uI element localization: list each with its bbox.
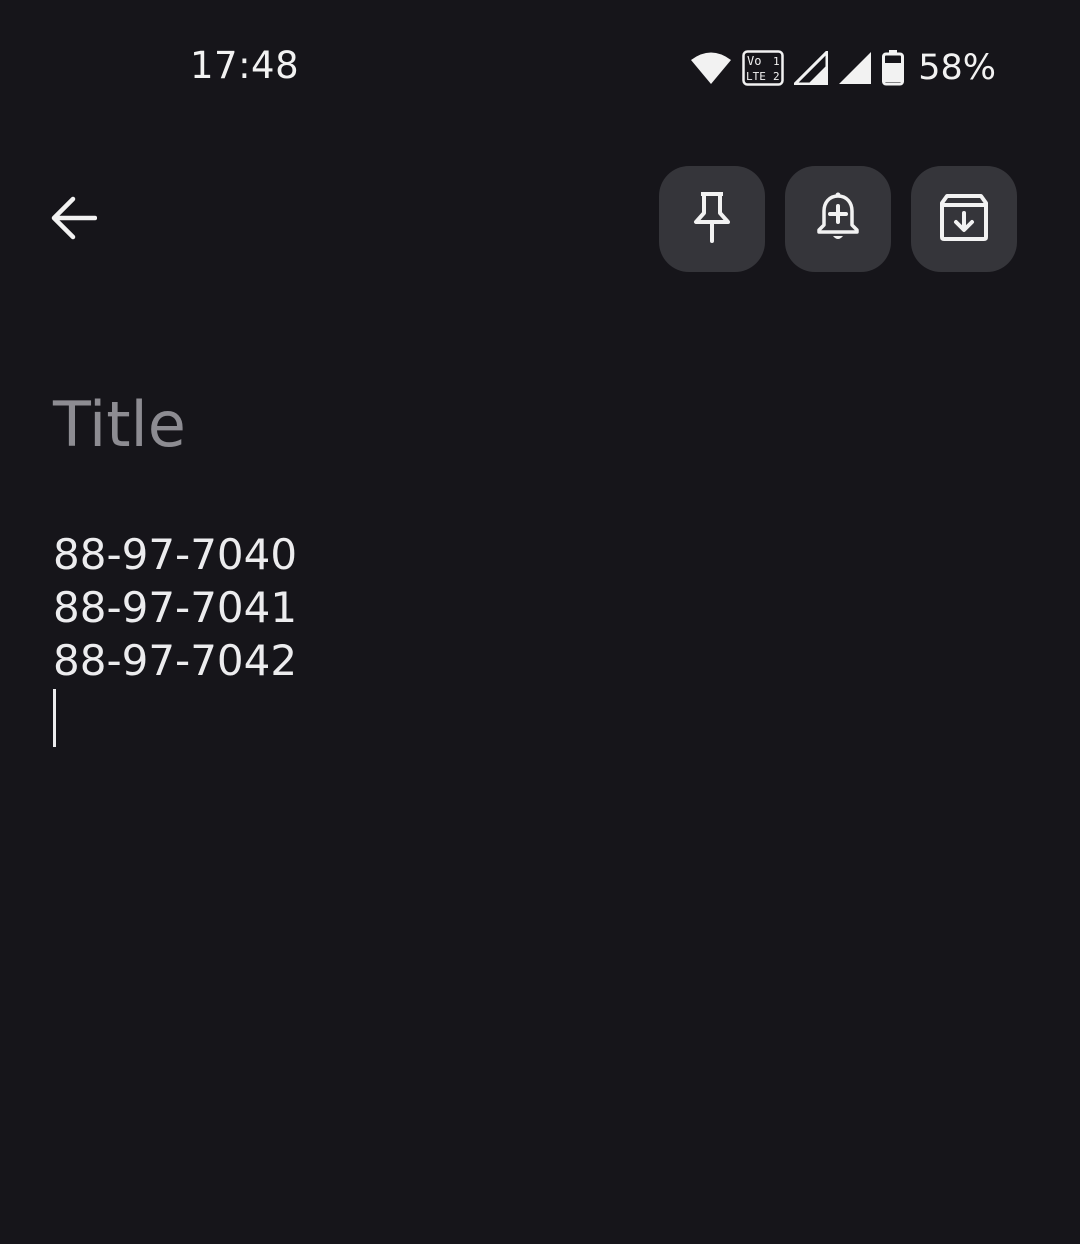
archive-icon (939, 193, 989, 245)
pin-button[interactable] (659, 166, 765, 272)
note-line: 88-97-7042 (53, 636, 298, 685)
note-body-input[interactable]: 88-97-7040 88-97-7041 88-97-7042 (53, 528, 1013, 747)
status-bar: 17:48 Vo LTE 1 2 58% (0, 0, 1080, 130)
wifi-icon (690, 51, 732, 85)
signal-sim1-icon (794, 51, 829, 85)
add-reminder-button[interactable] (785, 166, 891, 272)
battery-percent: 58% (918, 48, 996, 88)
sim-1-label: 1 (773, 55, 780, 68)
pin-icon (692, 191, 732, 247)
status-time: 17:48 (190, 44, 300, 87)
title-input[interactable]: Title (53, 388, 1013, 461)
signal-sim2-icon (838, 51, 872, 85)
note-line: 88-97-7040 (53, 530, 298, 579)
volte-icon: Vo LTE 1 2 (742, 50, 784, 86)
add-reminder-icon (815, 191, 861, 247)
text-cursor (53, 689, 56, 747)
archive-button[interactable] (911, 166, 1017, 272)
sim-2-label: 2 (773, 70, 780, 83)
arrow-back-icon (51, 196, 98, 244)
battery-icon (882, 50, 905, 86)
volte-label-bottom: LTE (746, 70, 766, 83)
volte-label-top: Vo (747, 54, 761, 68)
back-button[interactable] (44, 190, 104, 250)
status-icons: Vo LTE 1 2 58% (690, 46, 996, 90)
note-line: 88-97-7041 (53, 583, 298, 632)
